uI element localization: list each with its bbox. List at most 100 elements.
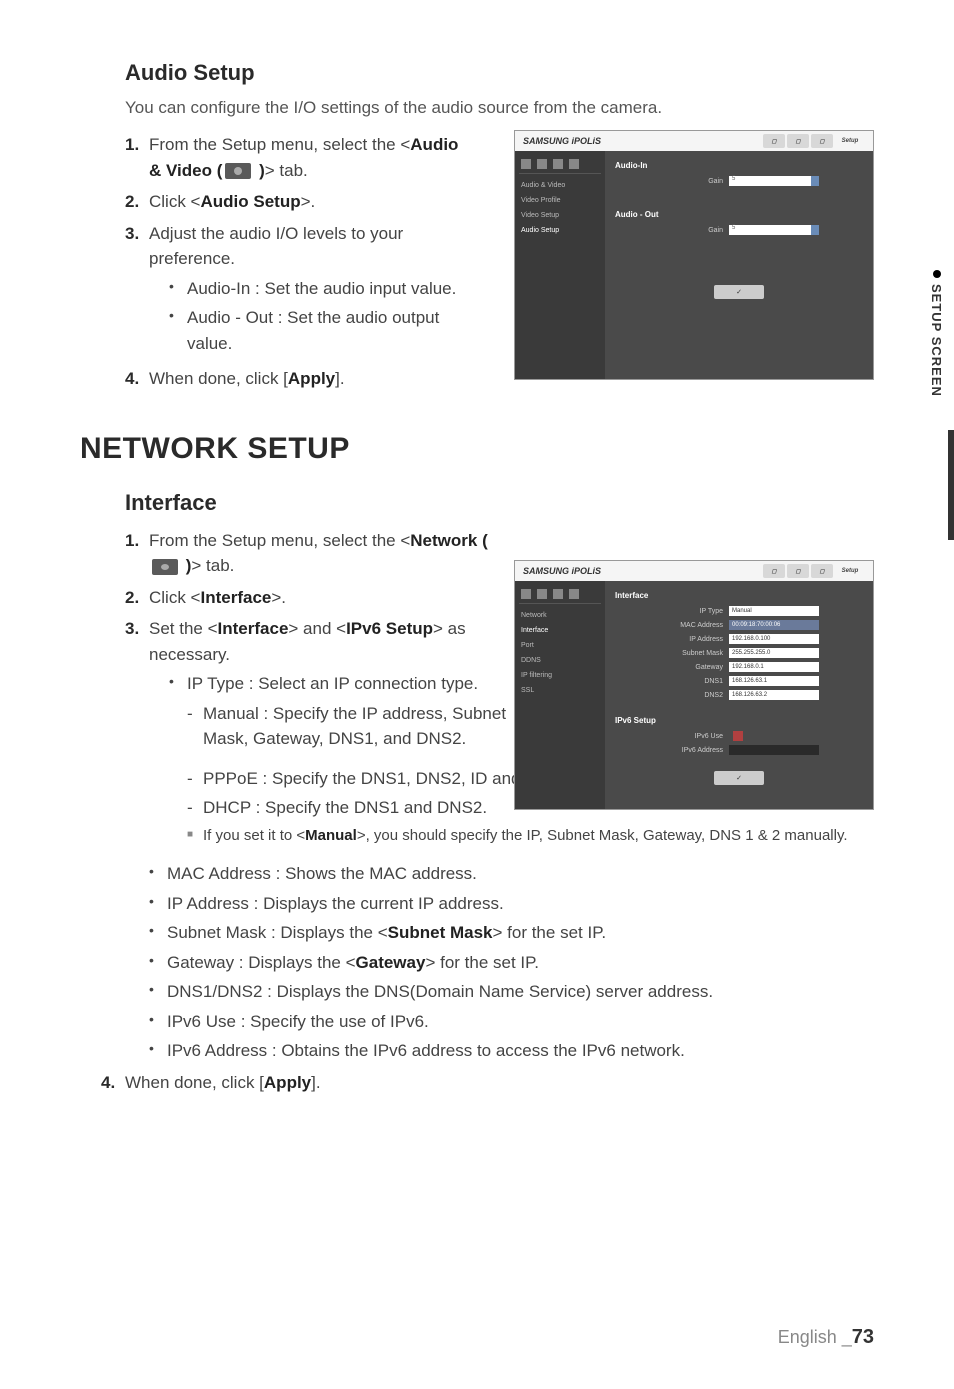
side-icon — [521, 159, 531, 169]
shot-field-value: 192.168.0.1 — [729, 662, 819, 672]
step-number: 1. — [125, 132, 149, 183]
shot-tab-icon: ◻ — [787, 564, 809, 578]
shot-section-label: Interface — [615, 591, 863, 600]
bullet-icon: • — [149, 950, 167, 976]
page-footer: English _73 — [778, 1326, 874, 1349]
dash-icon: - — [187, 766, 203, 792]
dash-icon: - — [187, 701, 203, 752]
side-menu-item: IP filtering — [519, 668, 601, 683]
brand-logo: SAMSUNG iPOLiS — [523, 566, 601, 576]
audio-setup-heading: Audio Setup — [80, 60, 874, 86]
shot-setup-label: Setup — [835, 564, 865, 578]
side-bar-marker — [948, 430, 954, 540]
bullet-text: IP Type : Select an IP connection type. … — [187, 671, 515, 756]
step-number: 3. — [125, 616, 149, 760]
shot-field-label: Gain — [659, 227, 729, 234]
bullet-text: IPv6 Use : Specify the use of IPv6. — [167, 1009, 429, 1035]
side-icon — [569, 589, 579, 599]
shot-section-label: Audio-In — [615, 161, 863, 170]
shot-slider: 5 — [729, 225, 819, 235]
page-number: 73 — [852, 1326, 874, 1348]
bullet-text: Subnet Mask : Displays the <Subnet Mask>… — [167, 920, 606, 946]
shot-tab-icon: ◻ — [763, 564, 785, 578]
shot-field-label: MAC Address — [659, 622, 729, 629]
side-menu-item: Audio Setup — [519, 223, 601, 238]
side-icon — [537, 159, 547, 169]
shot-main-panel: Interface IP TypeManual MAC Address00:09… — [605, 581, 873, 809]
side-tab-label: SETUP SCREEN — [929, 270, 944, 397]
shot-field-label: IP Address — [659, 636, 729, 643]
step-text: Set the <Interface> and <IPv6 Setup> as … — [149, 616, 515, 760]
note-icon: ■ — [187, 825, 203, 848]
bullet-icon: • — [149, 920, 167, 946]
shot-field-value: Manual — [729, 606, 819, 616]
shot-field-value: 00:09:18:70:00:06 — [729, 620, 819, 630]
shot-field-label: DNS1 — [659, 678, 729, 685]
audio-steps-list: 1. From the Setup menu, select the <Audi… — [80, 132, 470, 392]
bullet-icon: • — [149, 1038, 167, 1064]
step-number: 3. — [125, 221, 149, 361]
side-menu-item: Video Setup — [519, 208, 601, 223]
step-number: 4. — [101, 1070, 125, 1096]
shot-field-value: 168.126.63.1 — [729, 676, 819, 686]
network-tab-icon — [152, 559, 178, 575]
side-icon — [553, 159, 563, 169]
network-setup-heading: NETWORK SETUP — [80, 432, 874, 466]
step-text: Click <Audio Setup>. — [149, 189, 470, 215]
audio-video-tab-icon — [225, 163, 251, 179]
step-number: 2. — [125, 585, 149, 611]
bullet-text: Audio - Out : Set the audio output value… — [187, 305, 470, 356]
shot-apply-button: ✓ — [714, 285, 764, 299]
side-menu-item: DDNS — [519, 653, 601, 668]
shot-field-label: IP Type — [659, 608, 729, 615]
shot-tab-icon: ◻ — [811, 134, 833, 148]
shot-tab-icon: ◻ — [787, 134, 809, 148]
dash-icon: - — [187, 795, 203, 821]
bullet-icon: • — [169, 276, 187, 302]
shot-tab-icon: ◻ — [811, 564, 833, 578]
step-text: From the Setup menu, select the <Network… — [149, 528, 515, 579]
bullet-icon: • — [169, 671, 187, 756]
shot-field-label: Gain — [659, 178, 729, 185]
brand-logo: SAMSUNG iPOLiS — [523, 136, 601, 146]
side-menu-item: Video Profile — [519, 193, 601, 208]
shot-section-label: IPv6 Setup — [615, 716, 863, 725]
bullet-text: Gateway : Displays the <Gateway> for the… — [167, 950, 539, 976]
step-text: Click <Interface>. — [149, 585, 515, 611]
interface-screenshot: SAMSUNG iPOLiS ◻ ◻ ◻ Setup Network Inter… — [514, 560, 874, 810]
bullet-icon: • — [149, 1009, 167, 1035]
bullet-text: DNS1/DNS2 : Displays the DNS(Domain Name… — [167, 979, 713, 1005]
bullet-text: IPv6 Address : Obtains the IPv6 address … — [167, 1038, 685, 1064]
bullet-icon: • — [149, 979, 167, 1005]
shot-setup-label: Setup — [835, 134, 865, 148]
bullet-text: MAC Address : Shows the MAC address. — [167, 861, 477, 887]
note-text: If you set it to <Manual>, you should sp… — [203, 825, 848, 848]
shot-field-label: IPv6 Use — [659, 733, 729, 740]
shot-apply-button: ✓ — [714, 771, 764, 785]
dash-text: DHCP : Specify the DNS1 and DNS2. — [203, 795, 487, 821]
shot-field-label: DNS2 — [659, 692, 729, 699]
side-icon — [569, 159, 579, 169]
step-number: 2. — [125, 189, 149, 215]
shot-main-panel: Audio-In Gain 5 Audio - Out Gain 5 ✓ — [605, 151, 873, 379]
bullet-text: IP Address : Displays the current IP add… — [167, 891, 504, 917]
shot-field-value: 255.255.255.0 — [729, 648, 819, 658]
shot-field-label: IPv6 Address — [659, 747, 729, 754]
shot-section-label: Audio - Out — [615, 210, 863, 219]
side-icon — [521, 589, 531, 599]
shot-tab-icon: ◻ — [763, 134, 785, 148]
bullet-text: Audio-In : Set the audio input value. — [187, 276, 456, 302]
dash-text: Manual : Specify the IP address, Subnet … — [203, 701, 515, 752]
footer-language: English _ — [778, 1327, 852, 1347]
step-text: When done, click [Apply]. — [125, 1070, 874, 1096]
step-text: Adjust the audio I/O levels to your pref… — [149, 221, 470, 361]
shot-field-value: 168.126.63.2 — [729, 690, 819, 700]
side-icon — [553, 589, 563, 599]
side-dot-icon — [933, 270, 941, 278]
step-number: 4. — [125, 366, 149, 392]
side-menu-item: Port — [519, 638, 601, 653]
step-text: When done, click [Apply]. — [149, 366, 470, 392]
step-text: From the Setup menu, select the <Audio &… — [149, 132, 470, 183]
bullet-icon: • — [149, 861, 167, 887]
audio-setup-desc: You can configure the I/O settings of th… — [80, 98, 874, 118]
